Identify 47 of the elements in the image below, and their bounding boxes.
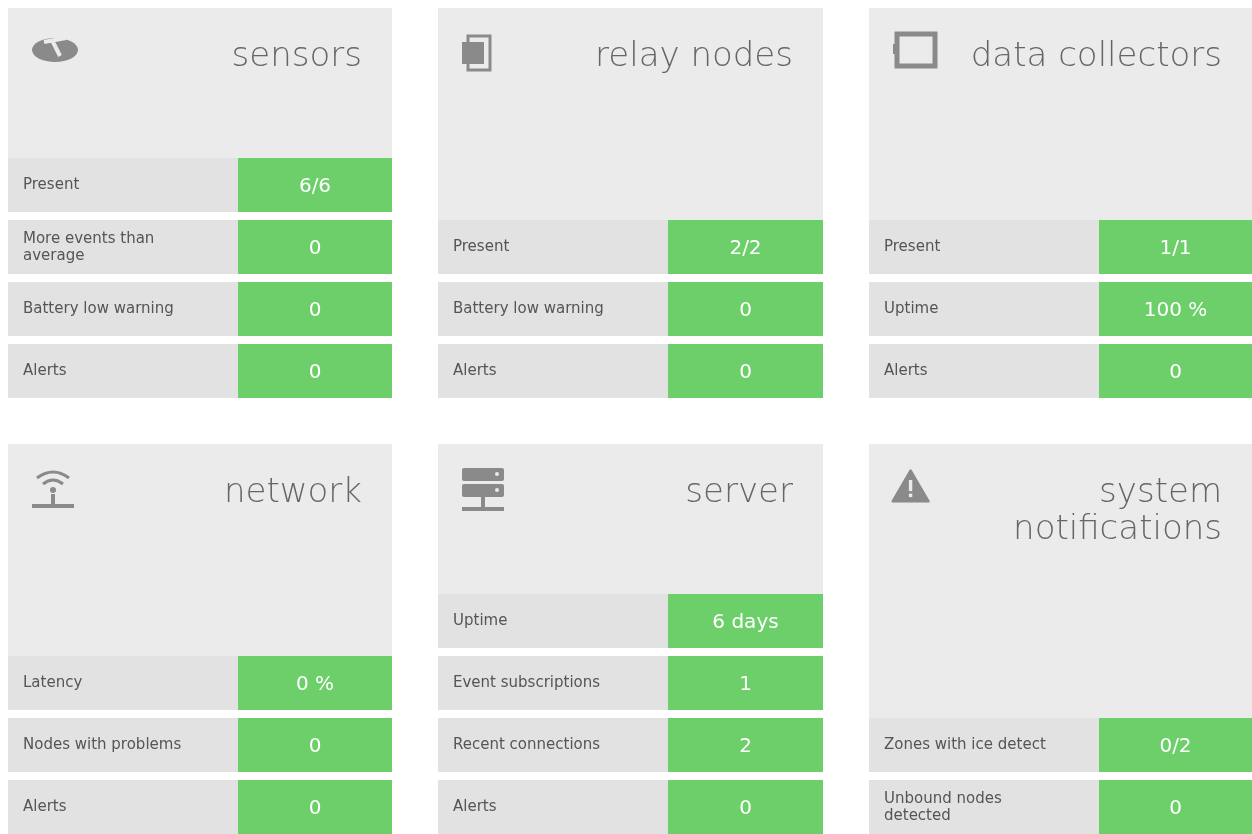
stat-label: Latency — [8, 656, 238, 710]
stat-value: 2/2 — [668, 220, 823, 274]
stat-value: 0 — [1099, 780, 1252, 834]
stat-value: 2 — [668, 718, 823, 772]
device-icon — [891, 30, 939, 70]
stat-value: 0 — [238, 344, 392, 398]
panel-title: data collectors — [970, 36, 1222, 74]
stat-label: Alerts — [8, 780, 238, 834]
stat-value: 0 — [668, 780, 823, 834]
stat-value: 0 — [668, 282, 823, 336]
stat-value: 0 — [238, 220, 392, 274]
stat-label: Uptime — [438, 594, 668, 648]
panel-title: server — [685, 472, 793, 510]
stat-label: Uptime — [869, 282, 1099, 336]
stat-label: Nodes with problems — [8, 718, 238, 772]
stat-value: 0 — [1099, 344, 1252, 398]
stat-value: 100 % — [1099, 282, 1252, 336]
stat-label: Battery low warning — [8, 282, 238, 336]
stat-value: 0 — [668, 344, 823, 398]
panel-title: system notifications — [1012, 472, 1222, 547]
stat-value: 0 — [238, 718, 392, 772]
stat-value: 0 — [238, 780, 392, 834]
stat-label: Alerts — [438, 780, 668, 834]
panel-title: relay nodes — [595, 36, 793, 74]
stat-value: 0 % — [238, 656, 392, 710]
stat-label: Unbound nodes detected — [869, 780, 1099, 834]
stat-value: 0/2 — [1099, 718, 1252, 772]
panel-title: sensors — [231, 36, 362, 74]
stat-label: Present — [869, 220, 1099, 274]
stat-label: Recent connections — [438, 718, 668, 772]
stat-label: Alerts — [869, 344, 1099, 398]
stat-label: Alerts — [8, 344, 238, 398]
stat-label: Zones with ice detect — [869, 718, 1099, 772]
stat-value: 1 — [668, 656, 823, 710]
stat-label: Present — [438, 220, 668, 274]
stat-value: 0 — [238, 282, 392, 336]
stat-label: Present — [8, 158, 238, 212]
stat-label: Alerts — [438, 344, 668, 398]
warning-icon — [891, 466, 931, 506]
stat-value: 6 days — [668, 594, 823, 648]
stat-label: Event subscriptions — [438, 656, 668, 710]
stat-value: 1/1 — [1099, 220, 1252, 274]
stat-label: More events than average — [8, 220, 238, 274]
server-icon — [460, 466, 506, 514]
panel-title: network — [223, 472, 362, 510]
stat-label: Battery low warning — [438, 282, 668, 336]
stat-value: 6/6 — [238, 158, 392, 212]
